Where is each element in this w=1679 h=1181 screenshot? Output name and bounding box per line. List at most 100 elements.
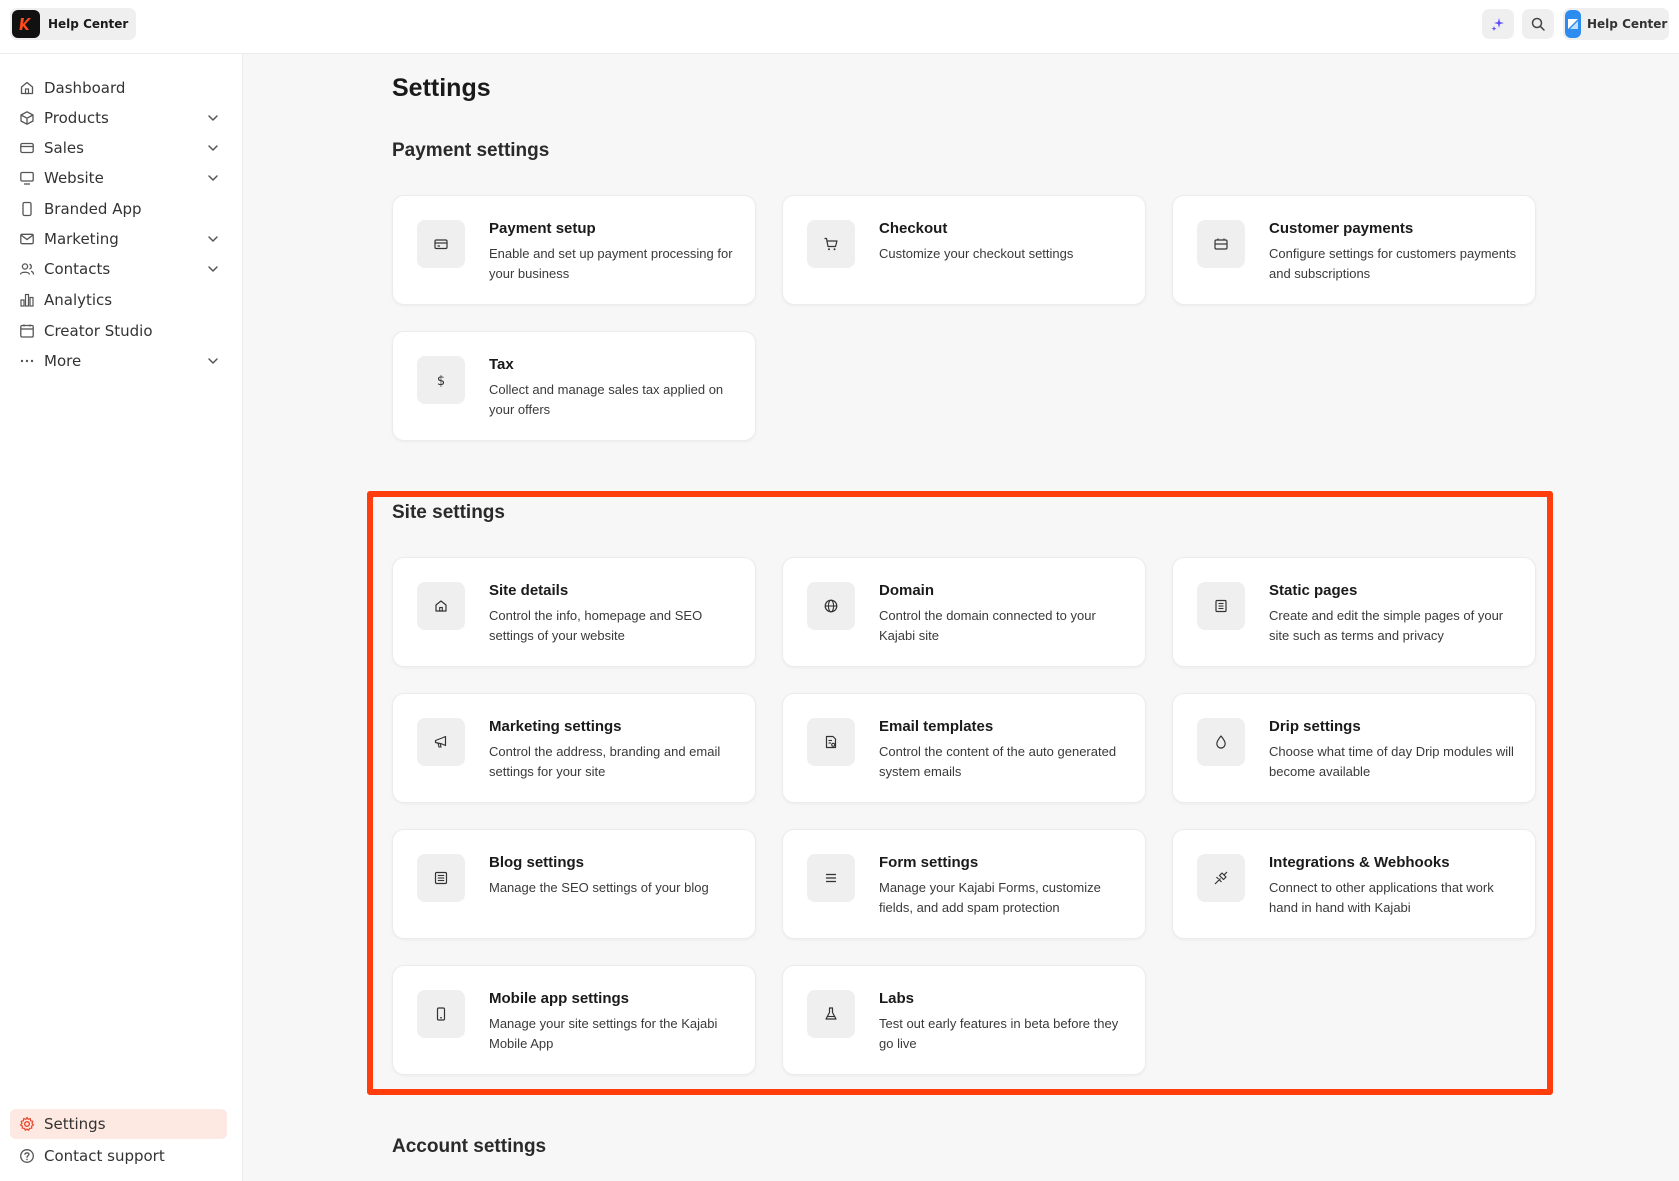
chevron-down-icon[interactable]: [205, 353, 221, 369]
card-title: Payment setup: [489, 220, 596, 237]
card-description: Customize your checkout settings: [879, 246, 1074, 261]
sidebar-item-label: Sales: [44, 139, 84, 157]
calendar-icon: [18, 322, 36, 340]
email-template-icon: [807, 718, 855, 766]
sidebar-item-label: Contact support: [44, 1147, 165, 1165]
card-title: Mobile app settings: [489, 990, 630, 1007]
card-title: Labs: [879, 990, 915, 1007]
card-description: Connect to other applications that work …: [1269, 880, 1494, 915]
card-email-templates[interactable]: Email templates Control the content of t…: [782, 693, 1146, 803]
card-labs[interactable]: Labs Test out early features in beta bef…: [782, 965, 1146, 1075]
card-mobile-app-settings[interactable]: Mobile app settings Manage your site set…: [392, 965, 756, 1075]
home-icon: [18, 79, 36, 97]
card-description: Manage your Kajabi Forms, customize fiel…: [879, 880, 1101, 915]
list-icon: [807, 854, 855, 902]
sidebar-item-contacts[interactable]: Contacts: [10, 254, 227, 284]
monitor-icon: [18, 169, 36, 187]
help-circle-icon: [18, 1147, 36, 1165]
wallet-icon: [1197, 220, 1245, 268]
card-drip-settings[interactable]: Drip settings Choose what time of day Dr…: [1172, 693, 1536, 803]
card-site-details[interactable]: Site details Control the info, homepage …: [392, 557, 756, 667]
sidebar-item-label: Website: [44, 169, 104, 187]
chevron-down-icon[interactable]: [205, 231, 221, 247]
chevron-down-icon[interactable]: [205, 140, 221, 156]
card-checkout[interactable]: Checkout Customize your checkout setting…: [782, 195, 1146, 305]
page-title: Settings: [392, 74, 491, 102]
sparkle-icon: [1490, 16, 1506, 32]
document-icon: [1197, 582, 1245, 630]
megaphone-icon: [417, 718, 465, 766]
card-description: Test out early features in beta before t…: [879, 1016, 1119, 1051]
card-description: Collect and manage sales tax applied on …: [489, 382, 724, 417]
card-blog-settings[interactable]: Blog settings Manage the SEO settings of…: [392, 829, 756, 939]
ai-assistant-button[interactable]: [1482, 9, 1514, 39]
card-title: Site details: [489, 582, 569, 599]
help-center-logo-icon: [1565, 10, 1581, 38]
chevron-down-icon[interactable]: [205, 110, 221, 126]
card-title: Domain: [879, 582, 935, 599]
card-title: Static pages: [1269, 582, 1358, 599]
chevron-down-icon[interactable]: [205, 261, 221, 277]
sidebar-item-marketing[interactable]: Marketing: [10, 224, 227, 254]
phone-icon: [18, 200, 36, 218]
box-icon: [18, 109, 36, 127]
card-description: Control the address, branding and email …: [489, 744, 721, 779]
sidebar-item-products[interactable]: Products: [10, 103, 227, 133]
droplet-icon: [1197, 718, 1245, 766]
blog-icon: [417, 854, 465, 902]
search-button[interactable]: [1522, 9, 1554, 39]
users-icon: [18, 260, 36, 278]
card-form-settings[interactable]: Form settings Manage your Kajabi Forms, …: [782, 829, 1146, 939]
card-title: Email templates: [879, 718, 994, 735]
sidebar-item-dashboard[interactable]: Dashboard: [10, 73, 227, 103]
card-domain[interactable]: Domain Control the domain connected to y…: [782, 557, 1146, 667]
card-title: Customer payments: [1269, 220, 1414, 237]
sidebar-item-contact-support[interactable]: Contact support: [10, 1141, 227, 1171]
globe-icon: [807, 582, 855, 630]
card-title: Tax: [489, 356, 514, 373]
sidebar-item-website[interactable]: Website: [10, 163, 227, 193]
card-description: Manage your site settings for the Kajabi…: [489, 1016, 718, 1051]
sidebar-item-sales[interactable]: Sales: [10, 133, 227, 163]
card-integrations-webhooks[interactable]: Integrations & Webhooks Connect to other…: [1172, 829, 1536, 939]
payment-settings-heading: Payment settings: [392, 140, 550, 161]
card-description: Control the content of the auto generate…: [879, 744, 1117, 779]
sidebar-item-creator-studio[interactable]: Creator Studio: [10, 316, 227, 346]
help-center-brand-button[interactable]: Help Center: [10, 8, 137, 40]
sidebar-item-label: Contacts: [44, 260, 111, 278]
card-description: Choose what time of day Drip modules wil…: [1269, 744, 1514, 779]
sidebar-item-label: Creator Studio: [44, 322, 153, 340]
card-icon: [18, 139, 36, 157]
sidebar-item-settings[interactable]: Settings: [10, 1109, 227, 1139]
dollar-icon: $: [417, 356, 465, 404]
sidebar-item-label: Settings: [44, 1115, 106, 1133]
brand-label: Help Center: [48, 17, 129, 31]
card-payment-setup[interactable]: Payment setup Enable and set up payment …: [392, 195, 756, 305]
card-description: Control the domain connected to your Kaj…: [879, 608, 1096, 643]
dots-icon: [18, 352, 36, 370]
card-tax[interactable]: $ Tax Collect and manage sales tax appli…: [392, 331, 756, 441]
top-bar: Help Center Help Center: [0, 0, 1679, 54]
card-title: Checkout: [879, 220, 948, 237]
plug-icon: [1197, 854, 1245, 902]
card-static-pages[interactable]: Static pages Create and edit the simple …: [1172, 557, 1536, 667]
sidebar-item-more[interactable]: More: [10, 346, 227, 376]
card-marketing-settings[interactable]: Marketing settings Control the address, …: [392, 693, 756, 803]
card-title: Marketing settings: [489, 718, 622, 735]
sidebar-item-label: Dashboard: [44, 79, 126, 97]
sidebar: Dashboard Products Sales Website Branded…: [0, 54, 243, 1181]
card-description: Control the info, homepage and SEO setti…: [489, 608, 703, 643]
sidebar-item-label: More: [44, 352, 82, 370]
sidebar-item-analytics[interactable]: Analytics: [10, 285, 227, 315]
sidebar-item-label: Marketing: [44, 230, 119, 248]
sidebar-item-branded-app[interactable]: Branded App: [10, 194, 227, 224]
flask-icon: [807, 990, 855, 1038]
card-title: Integrations & Webhooks: [1269, 854, 1450, 871]
card-customer-payments[interactable]: Customer payments Configure settings for…: [1172, 195, 1536, 305]
help-center-account-button[interactable]: Help Center: [1563, 8, 1669, 40]
site-settings-heading: Site settings: [392, 502, 505, 523]
mail-icon: [18, 230, 36, 248]
card-title: Blog settings: [489, 854, 585, 871]
home-icon: [417, 582, 465, 630]
chevron-down-icon[interactable]: [205, 170, 221, 186]
